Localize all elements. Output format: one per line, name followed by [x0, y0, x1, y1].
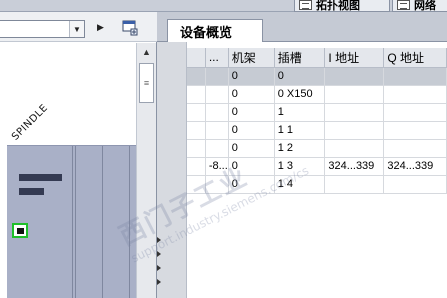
ethernet-port-icon[interactable] [12, 223, 28, 238]
chevron-down-icon[interactable]: ▼ [69, 21, 84, 37]
slot-divider [102, 146, 103, 298]
device-rack[interactable] [7, 145, 136, 298]
device-view-pane: ▼ ▶ SPINDLE ▲ ≡ [0, 12, 157, 298]
table-row[interactable]: 0 0 X150 [187, 85, 447, 104]
slot-divider [75, 146, 76, 298]
tia-portal-window: 拓扑视图 网络 ▼ ▶ SPINDLE ▲ ≡ 设备概览 ... 机架 插槽 I… [0, 0, 447, 298]
row-header-column [157, 42, 187, 298]
table-row[interactable]: 0 1 [187, 103, 447, 122]
scroll-thumb[interactable]: ≡ [139, 63, 154, 103]
table-row[interactable]: -8... 0 1 3 324...339 324...339 [187, 157, 447, 176]
module-status-bar [19, 174, 62, 181]
col-header-rack[interactable]: 机架 [228, 48, 275, 68]
tab-network-label: 网络 [414, 0, 436, 12]
grid-horizontal-scroll[interactable] [157, 237, 161, 298]
table-row[interactable]: 0 0 [187, 67, 447, 86]
device-view-toolbar: ▼ ▶ [0, 12, 157, 42]
col-header-name[interactable] [187, 48, 206, 68]
col-header-q-address[interactable]: Q 地址 [383, 48, 447, 68]
table-row[interactable]: 0 1 1 [187, 121, 447, 140]
col-header-module[interactable]: ... [205, 48, 229, 68]
scroll-left-icon [157, 279, 161, 285]
device-overview-grid: ... 机架 插槽 I 地址 Q 地址 0 0 0 0 X150 0 1 0 1… [157, 42, 447, 298]
topology-view-icon [299, 0, 312, 10]
module-status-bar [19, 188, 44, 195]
table-header-row: ... 机架 插槽 I 地址 Q 地址 [187, 48, 447, 68]
scroll-up-icon[interactable]: ▲ [137, 43, 156, 60]
device-overview-pane: 设备概览 ... 机架 插槽 I 地址 Q 地址 0 0 0 0 X150 0 … [157, 12, 447, 298]
tab-topology-label: 拓扑视图 [316, 0, 360, 12]
tab-network-view[interactable]: 网络 [392, 0, 447, 12]
slot-divider [129, 146, 130, 298]
scroll-left-icon [157, 265, 161, 271]
device-canvas[interactable]: SPINDLE [0, 43, 136, 298]
table-row[interactable]: 0 1 4 [187, 175, 447, 194]
col-header-slot[interactable]: 插槽 [274, 48, 326, 68]
device-name-label: SPINDLE [10, 102, 51, 143]
expand-arrow-icon[interactable]: ▶ [97, 22, 104, 33]
device-overview-icon[interactable] [122, 20, 138, 36]
tab-topology-view[interactable]: 拓扑视图 [294, 0, 390, 12]
scroll-left-icon [157, 251, 161, 257]
device-select-combo[interactable]: ▼ [0, 20, 85, 38]
view-tab-strip: 拓扑视图 网络 [0, 0, 447, 12]
slot-divider [72, 146, 73, 298]
device-overview-table: ... 机架 插槽 I 地址 Q 地址 0 0 0 0 X150 0 1 0 1… [187, 48, 447, 194]
network-view-icon [397, 0, 410, 10]
col-header-i-address[interactable]: I 地址 [324, 48, 385, 68]
tab-device-overview[interactable]: 设备概览 [167, 19, 263, 43]
scroll-left-icon [157, 237, 161, 243]
table-row[interactable]: 0 1 2 [187, 139, 447, 158]
device-view-scrollbar[interactable]: ▲ ≡ [136, 43, 156, 298]
overview-tab-bar: 设备概览 [157, 12, 447, 43]
